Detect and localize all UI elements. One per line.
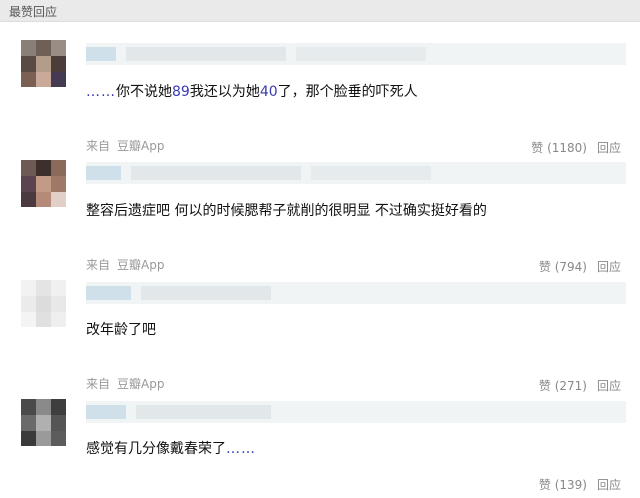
comment-source: 来自 豆瓣App [86, 139, 165, 153]
username-bar[interactable] [86, 162, 626, 184]
like-button[interactable]: 赞 (271) [539, 379, 587, 393]
reply-button[interactable]: 回应 [597, 141, 621, 155]
comment-source: 来自 豆瓣App [86, 258, 165, 272]
comment-text: ……你不说她89我还以为她40了，那个脸垂的吓死人 [86, 84, 418, 100]
comment-actions: 赞 (1180) 回应 [531, 139, 621, 156]
comment-actions: 赞 (271) 回应 [539, 377, 621, 394]
comment-text: 感觉有几分像戴春荣了…… [86, 441, 256, 457]
like-button[interactable]: 赞 (139) [539, 478, 587, 492]
avatar[interactable] [21, 399, 66, 446]
avatar[interactable] [21, 160, 66, 207]
avatar[interactable] [21, 280, 66, 327]
reply-button[interactable]: 回应 [597, 260, 621, 274]
comment-text: 改年龄了吧 [86, 322, 156, 338]
comment-actions: 赞 (139) 回应 [539, 476, 621, 493]
avatar[interactable] [21, 40, 66, 87]
comment-actions: 赞 (794) 回应 [539, 258, 621, 275]
comment-text: 整容后遗症吧 何以的时候腮帮子就削的很明显 不过确实挺好看的 [86, 203, 487, 219]
section-title: 最赞回应 [9, 5, 58, 19]
comment-source: 来自 豆瓣App [86, 377, 165, 391]
username-bar[interactable] [86, 401, 626, 423]
like-button[interactable]: 赞 (794) [539, 260, 587, 274]
section-header: 最赞回应 [0, 0, 640, 22]
username-bar[interactable] [86, 43, 626, 65]
username-bar[interactable] [86, 282, 626, 304]
reply-button[interactable]: 回应 [597, 379, 621, 393]
like-button[interactable]: 赞 (1180) [531, 141, 587, 155]
reply-button[interactable]: 回应 [597, 478, 621, 492]
